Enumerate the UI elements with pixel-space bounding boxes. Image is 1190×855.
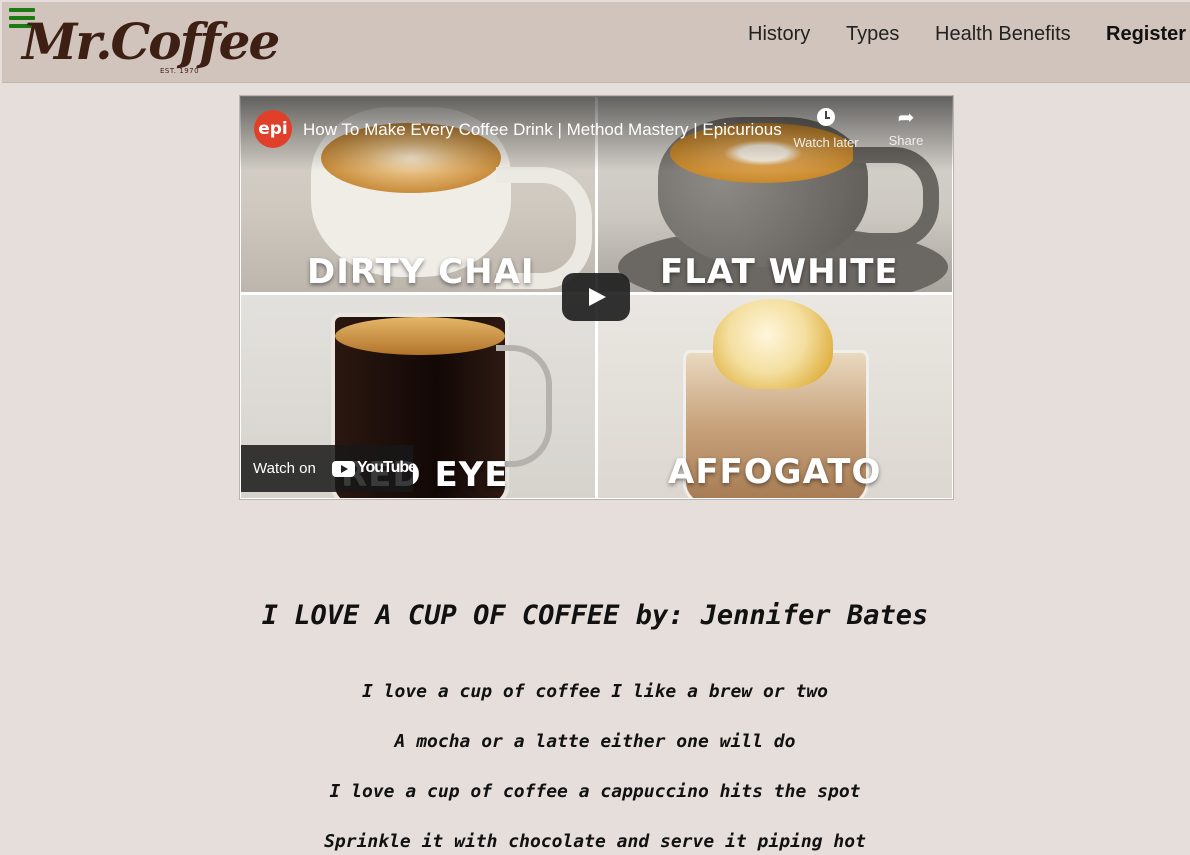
watch-later-label: Watch later bbox=[793, 135, 859, 150]
nav-health-benefits[interactable]: Health Benefits bbox=[935, 23, 1071, 46]
play-button[interactable] bbox=[562, 273, 630, 321]
nav-types[interactable]: Types bbox=[846, 23, 899, 46]
channel-avatar[interactable]: epi bbox=[254, 110, 292, 148]
clock-icon bbox=[817, 108, 835, 126]
video-title[interactable]: How To Make Every Coffee Drink | Method … bbox=[303, 120, 783, 140]
caption-affogato: AFFOGATO bbox=[668, 452, 882, 492]
poem-line: I love a cup of coffee a cappuccino hits… bbox=[329, 781, 861, 802]
poem-line: I love a cup of coffee I like a brew or … bbox=[362, 681, 828, 702]
nav-register[interactable]: Register bbox=[1106, 23, 1186, 46]
youtube-embed[interactable]: DIRTY CHAI FLAT WHITE RED EYE AFFOGATO e… bbox=[239, 95, 954, 500]
logo-text: Mr.Coffee bbox=[22, 12, 280, 71]
watch-on-youtube-button[interactable]: Watch on YouTube bbox=[241, 445, 417, 492]
site-header: Mr.Coffee EST. 1970 History Types Health… bbox=[2, 2, 1190, 83]
poem-line: Sprinkle it with chocolate and serve it … bbox=[324, 831, 866, 852]
caption-flat-white: FLAT WHITE bbox=[660, 252, 899, 292]
watch-on-label: Watch on bbox=[253, 460, 316, 477]
video-thumb-affogato: AFFOGATO bbox=[598, 295, 952, 498]
mr-coffee-logo[interactable]: Mr.Coffee EST. 1970 bbox=[20, 10, 280, 82]
watch-later-button[interactable]: Watch later bbox=[786, 108, 866, 150]
share-label: Share bbox=[888, 133, 924, 148]
poem-line: A mocha or a latte either one will do bbox=[394, 731, 796, 752]
share-arrow-icon: ➦ bbox=[897, 107, 915, 129]
logo-est: EST. 1970 bbox=[160, 67, 200, 75]
poem-title: I LOVE A CUP OF COFFEE by: Jennifer Bate… bbox=[261, 600, 929, 631]
share-button[interactable]: ➦ Share bbox=[866, 108, 946, 148]
caption-dirty-chai: DIRTY CHAI bbox=[307, 252, 535, 292]
youtube-wordmark: YouTube bbox=[357, 459, 417, 476]
nav-history[interactable]: History bbox=[748, 23, 810, 46]
